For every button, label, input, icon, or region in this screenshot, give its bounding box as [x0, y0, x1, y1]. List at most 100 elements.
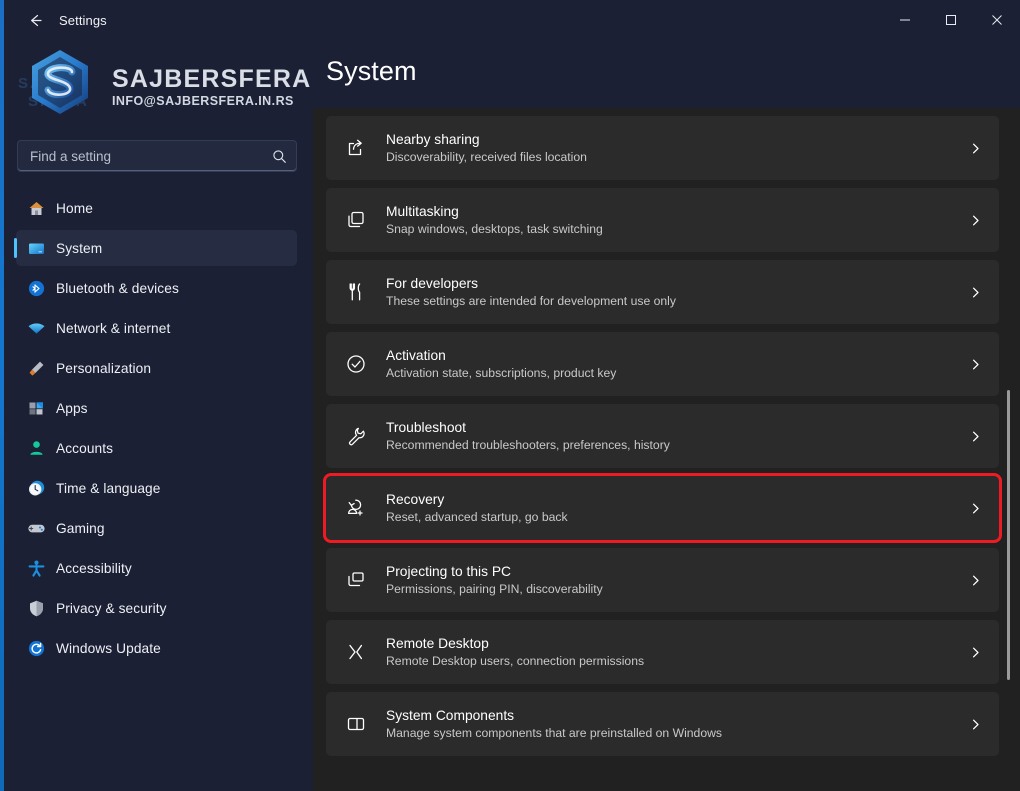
search-box[interactable]: [17, 140, 297, 172]
wifi-glyph: [27, 319, 46, 338]
sidebar: SAJBER SFERA SAJBERSFERA INFO@SAJBERSFER…: [0, 40, 313, 791]
sidebar-item-accessibility[interactable]: Accessibility: [16, 550, 297, 586]
chevron-right-icon: [951, 214, 999, 227]
sidebar-item-system[interactable]: System: [16, 230, 297, 266]
back-button[interactable]: [15, 5, 55, 35]
back-arrow-icon: [27, 12, 44, 29]
close-icon: [991, 14, 1003, 26]
hex-logo-graphic: SAJBER SFERA: [12, 44, 108, 128]
bluetooth-glyph: [27, 279, 46, 298]
settings-row-multitasking[interactable]: Multitasking Snap windows, desktops, tas…: [326, 188, 999, 252]
developer-tools-glyph: [345, 281, 367, 303]
search-glyph: [272, 149, 287, 164]
chevron-right-icon: [951, 286, 999, 299]
titlebar-left-group: Settings: [0, 0, 107, 40]
settings-row-text: For developers These settings are intend…: [386, 275, 951, 309]
wrench-icon: [326, 425, 386, 447]
projecting-screens-icon: [326, 569, 386, 591]
settings-row-projecting-to-this-pc[interactable]: Projecting to this PC Permissions, pairi…: [326, 548, 999, 612]
settings-row-title: Activation: [386, 347, 951, 364]
settings-row-title: Multitasking: [386, 203, 951, 220]
home-glyph: [27, 199, 46, 218]
settings-row-subtitle: Manage system components that are preins…: [386, 726, 951, 741]
sidebar-item-home[interactable]: Home: [16, 190, 297, 226]
sidebar-item-label: Personalization: [56, 361, 151, 376]
person-glyph: [27, 439, 46, 458]
sidebar-item-label: Time & language: [56, 481, 160, 496]
settings-row-title: Projecting to this PC: [386, 563, 951, 580]
settings-row-nearby-sharing[interactable]: Nearby sharing Discoverability, received…: [326, 116, 999, 180]
system-monitor-icon: [16, 239, 56, 258]
person-icon: [16, 439, 56, 458]
sidebar-item-gaming[interactable]: Gaming: [16, 510, 297, 546]
settings-row-for-developers[interactable]: For developers These settings are intend…: [326, 260, 999, 324]
sidebar-item-accounts[interactable]: Accounts: [16, 430, 297, 466]
search-icon: [262, 149, 296, 164]
wifi-icon: [16, 319, 56, 338]
multitasking-glyph: [345, 209, 367, 231]
settings-row-activation[interactable]: Activation Activation state, subscriptio…: [326, 332, 999, 396]
main-content: System Storage Storage space, drives, co…: [313, 40, 1020, 791]
sidebar-item-label: Network & internet: [56, 321, 170, 336]
close-button[interactable]: [974, 0, 1020, 40]
chevron-glyph: [969, 430, 982, 443]
settings-row-text: Troubleshoot Recommended troubleshooters…: [386, 419, 951, 453]
chevron-glyph: [969, 142, 982, 155]
chevron-right-icon: [951, 430, 999, 443]
sidebar-item-label: Home: [56, 201, 93, 216]
sidebar-item-label: Windows Update: [56, 641, 161, 656]
recovery-glyph: [345, 497, 367, 519]
nearby-share-glyph: [345, 137, 367, 159]
main-scrollbar[interactable]: [1004, 110, 1014, 780]
sidebar-item-personalization[interactable]: Personalization: [16, 350, 297, 386]
chevron-glyph: [969, 286, 982, 299]
settings-row-subtitle: Permissions, pairing PIN, discoverabilit…: [386, 582, 951, 597]
minimize-button[interactable]: [882, 0, 928, 40]
settings-row-text: Remote Desktop Remote Desktop users, con…: [386, 635, 951, 669]
brand-name: SAJBERSFERA: [112, 66, 311, 92]
multitasking-windows-icon: [326, 209, 386, 231]
maximize-button[interactable]: [928, 0, 974, 40]
chevron-glyph: [969, 646, 982, 659]
settings-row-system-components[interactable]: System Components Manage system componen…: [326, 692, 999, 756]
titlebar: Settings: [0, 0, 1020, 40]
search-input[interactable]: [18, 149, 262, 164]
maximize-icon: [945, 14, 957, 26]
settings-row-recovery[interactable]: Recovery Reset, advanced startup, go bac…: [326, 476, 999, 540]
apps-glyph: [27, 399, 46, 418]
shield-icon: [16, 599, 56, 618]
brand-text-group: SAJBERSFERA INFO@SAJBERSFERA.IN.RS: [112, 64, 311, 108]
sidebar-item-privacy-security[interactable]: Privacy & security: [16, 590, 297, 626]
settings-row-remote-desktop[interactable]: Remote Desktop Remote Desktop users, con…: [326, 620, 999, 684]
sidebar-item-apps[interactable]: Apps: [16, 390, 297, 426]
system-components-glyph: [345, 713, 367, 735]
settings-row-title: Nearby sharing: [386, 131, 951, 148]
sidebar-item-bluetooth-devices[interactable]: Bluetooth & devices: [16, 270, 297, 306]
sidebar-item-label: System: [56, 241, 102, 256]
accessibility-glyph: [27, 559, 46, 578]
sidebar-item-network-internet[interactable]: Network & internet: [16, 310, 297, 346]
activation-check-icon: [326, 353, 386, 375]
chevron-right-icon: [951, 142, 999, 155]
settings-row-subtitle: Snap windows, desktops, task switching: [386, 222, 951, 237]
nearby-share-icon: [326, 137, 386, 159]
settings-row-subtitle: Recommended troubleshooters, preferences…: [386, 438, 951, 453]
settings-row-title: Remote Desktop: [386, 635, 951, 652]
paintbrush-icon: [16, 359, 56, 378]
scrollbar-thumb[interactable]: [1007, 390, 1010, 680]
sidebar-item-time-language[interactable]: Time & language: [16, 470, 297, 506]
settings-row-text: Multitasking Snap windows, desktops, tas…: [386, 203, 951, 237]
settings-row-title: System Components: [386, 707, 951, 724]
shield-glyph: [27, 599, 46, 618]
settings-row-troubleshoot[interactable]: Troubleshoot Recommended troubleshooters…: [326, 404, 999, 468]
sajbersfera-hex-logo: SAJBER SFERA: [12, 44, 108, 128]
settings-row-text: Activation Activation state, subscriptio…: [386, 347, 951, 381]
settings-row-text: System Components Manage system componen…: [386, 707, 951, 741]
chevron-right-icon: [951, 646, 999, 659]
bluetooth-icon: [16, 279, 56, 298]
settings-list: Storage Storage space, drives, configura…: [313, 102, 1020, 791]
chevron-glyph: [969, 502, 982, 515]
sidebar-item-windows-update[interactable]: Windows Update: [16, 630, 297, 666]
sidebar-nav: Home System: [0, 190, 313, 666]
wrench-glyph: [345, 425, 367, 447]
